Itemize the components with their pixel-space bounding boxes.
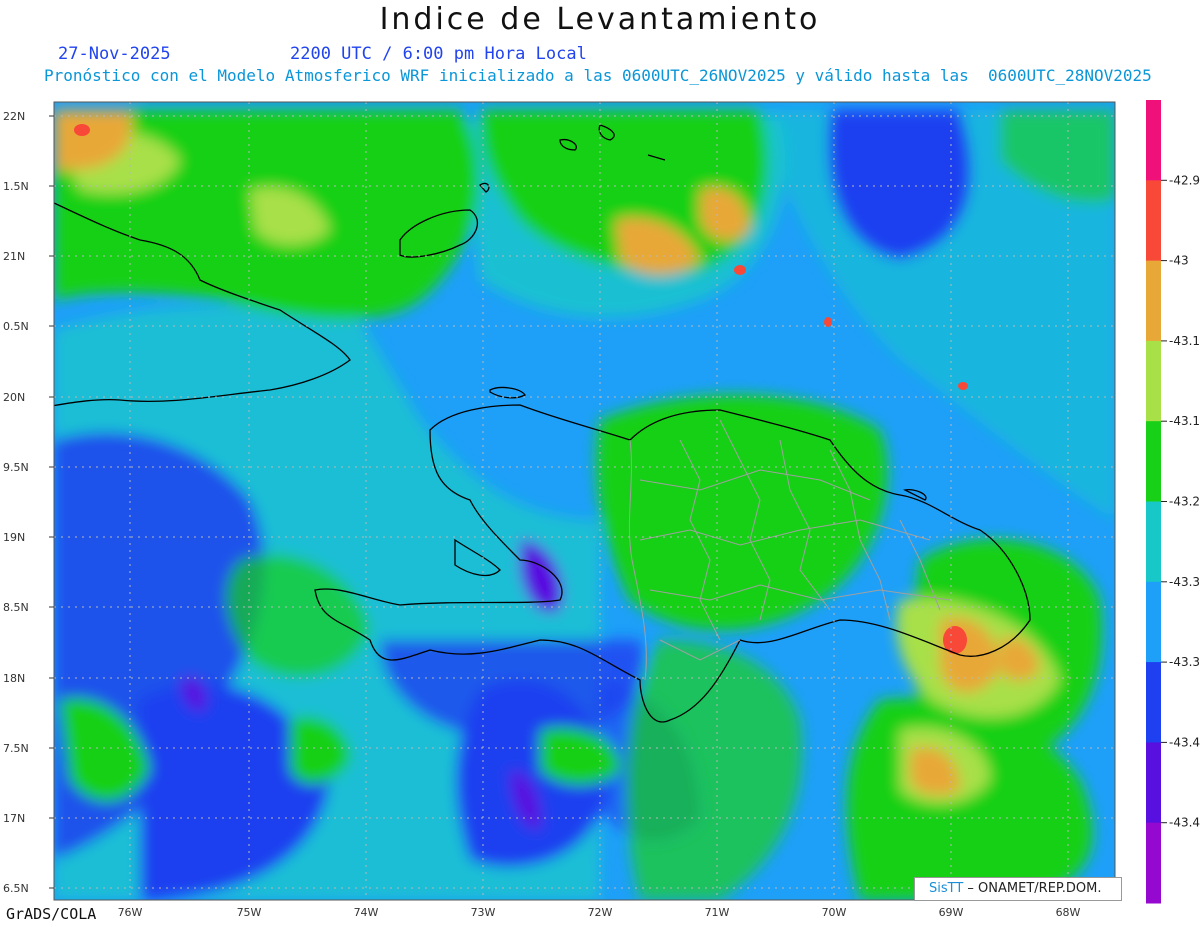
lat-label: 20N (3, 391, 25, 404)
lat-label: 21N (3, 250, 25, 263)
lat-label: 7.5N (3, 742, 29, 755)
lon-label: 72W (588, 906, 613, 919)
lat-label: 8.5N (3, 601, 29, 614)
colorbar-label: -43.1 (1169, 414, 1200, 428)
colorbar-swatch (1146, 100, 1161, 181)
colorbar-swatch (1146, 421, 1161, 502)
lon-axis: 76W 75W 74W 73W 72W 71W 70W 69W 68W (118, 906, 1081, 919)
colorbar-swatch (1146, 822, 1161, 904)
colorbar-label: -43.4 (1169, 816, 1200, 830)
colorbar (1146, 100, 1161, 904)
lat-label: 19N (3, 531, 25, 544)
software-label: GrADS/COLA (6, 905, 97, 923)
colorbar-labels: -42.9 -43 -43.1 -43.1 -43.2 -43.3 -43.3 -43.4 -4… (1161, 173, 1200, 830)
sistt-logo: SisTT (929, 881, 964, 896)
lon-label: 76W (118, 906, 143, 919)
map-figure: 22N 1.5N 21N 0.5N 20N 9.5N 19N 8.5N 18N … (3, 100, 1200, 919)
colorbar-label: -43.3 (1169, 575, 1200, 589)
colorbar-swatch (1146, 501, 1161, 583)
colorbar-swatch (1146, 180, 1161, 262)
lon-label: 69W (939, 906, 964, 919)
lon-label: 73W (471, 906, 496, 919)
lat-label: 18N (3, 672, 25, 685)
credit-org: – ONAMET/REP.DOM. (963, 881, 1102, 896)
colorbar-swatch (1146, 260, 1161, 342)
credit-box: SisTT – ONAMET/REP.DOM. (914, 877, 1122, 901)
lon-label: 68W (1056, 906, 1081, 919)
colorbar-label: -43 (1169, 254, 1189, 268)
colorbar-label: -43.4 (1169, 735, 1200, 749)
lat-label: 0.5N (3, 320, 29, 333)
lat-label: 1.5N (3, 180, 29, 193)
lon-label: 74W (354, 906, 379, 919)
colorbar-swatch (1146, 742, 1161, 824)
lat-label: 9.5N (3, 461, 29, 474)
colorbar-label: -42.9 (1169, 173, 1200, 187)
colorbar-label: -43.2 (1169, 495, 1200, 509)
lon-label: 70W (822, 906, 847, 919)
lat-axis: 22N 1.5N 21N 0.5N 20N 9.5N 19N 8.5N 18N … (3, 110, 54, 895)
lat-label: 6.5N (3, 882, 29, 895)
lat-label: 22N (3, 110, 25, 123)
colorbar-label: -43.3 (1169, 655, 1200, 669)
colorbar-swatch (1146, 581, 1161, 663)
lat-label: 17N (3, 812, 25, 825)
lon-label: 71W (705, 906, 730, 919)
lon-label: 75W (237, 906, 262, 919)
field-layer (54, 102, 1115, 900)
colorbar-label: -43.1 (1169, 334, 1200, 348)
colorbar-swatch (1146, 340, 1161, 422)
colorbar-swatch (1146, 662, 1161, 743)
